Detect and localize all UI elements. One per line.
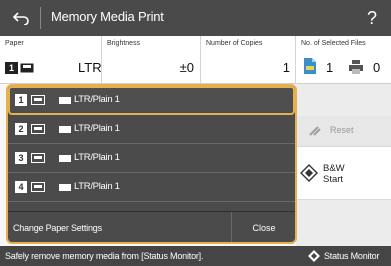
close-button[interactable]: Close: [231, 212, 295, 242]
help-button[interactable]: ?: [359, 4, 385, 32]
reset-label: Reset: [330, 125, 354, 135]
reset-button[interactable]: Reset: [296, 116, 391, 146]
back-arrow-icon: [12, 12, 29, 25]
paper-sheet-icon: [59, 97, 71, 104]
reset-icon: [309, 126, 321, 136]
copies-setting[interactable]: Number of Copies 1: [200, 36, 295, 83]
action-column: Reset B&W Start: [296, 84, 391, 246]
slot-number: 3: [15, 152, 27, 164]
paper-sheet-icon: [59, 184, 71, 191]
status-monitor-button[interactable]: Status Monitor: [300, 246, 391, 266]
brightness-caption: Brightness: [107, 40, 141, 47]
status-monitor-label: Status Monitor: [324, 251, 380, 261]
files-caption: No. of Selected Files: [301, 40, 366, 47]
brightness-setting[interactable]: Brightness ±0: [101, 36, 200, 83]
paper-sheet-icon: [59, 155, 71, 162]
paper-source-popup: 1 LTR/Plain 1 2 LTR/Plain 1 3 LTR/Plain …: [6, 84, 297, 244]
paper-setting[interactable]: Paper 1 LTR: [0, 36, 102, 83]
paper-caption: Paper: [5, 40, 24, 47]
paper-sheet-icon: [59, 126, 71, 133]
settings-info-bar: Paper 1 LTR Brightness ±0 Number of Copi…: [0, 36, 391, 84]
paper-slot-number: 1: [5, 62, 18, 74]
file-icon: [304, 58, 316, 74]
bw-start-button[interactable]: B&W Start: [296, 146, 391, 200]
title-divider: [40, 7, 41, 29]
bw-label: B&W: [323, 163, 345, 174]
print-queue-icon: [349, 60, 363, 74]
copies-value: 1: [282, 60, 290, 75]
slot-number: 4: [15, 181, 27, 193]
selected-files-setting[interactable]: No. of Selected Files 1 0: [295, 36, 391, 83]
change-paper-settings-button[interactable]: Change Paper Settings: [8, 212, 231, 242]
start-label: Start: [323, 174, 344, 185]
close-label: Close: [252, 223, 276, 233]
slot-number: 2: [15, 123, 27, 135]
paper-source-item-4[interactable]: 4 LTR/Plain 1: [8, 173, 295, 202]
status-monitor-icon: [308, 250, 320, 262]
paper-tray-icon: [31, 95, 45, 105]
status-message: Safely remove memory media from [Status …: [5, 251, 204, 261]
title-bar: Memory Media Print ?: [0, 0, 391, 36]
paper-source-list: 1 LTR/Plain 1 2 LTR/Plain 1 3 LTR/Plain …: [8, 86, 295, 211]
paper-source-label: LTR/Plain 1: [74, 94, 120, 105]
status-bar: Safely remove memory media from [Status …: [0, 246, 391, 266]
selected-files-count: 1: [326, 60, 334, 75]
paper-source-item-3[interactable]: 3 LTR/Plain 1: [8, 144, 295, 173]
paper-source-item-2[interactable]: 2 LTR/Plain 1: [8, 115, 295, 144]
paper-source-item-1[interactable]: 1 LTR/Plain 1: [8, 86, 295, 115]
brightness-value: ±0: [179, 60, 194, 75]
paper-source-label: LTR/Plain 1: [74, 152, 120, 163]
change-paper-settings-label: Change Paper Settings: [13, 223, 102, 233]
print-count: 0: [373, 60, 381, 75]
paper-tray-icon: [31, 153, 45, 163]
paper-tray-icon: [31, 124, 45, 134]
start-diamond-icon: [300, 164, 318, 182]
paper-tray-icon: [31, 182, 45, 192]
back-button[interactable]: [4, 4, 38, 32]
page-title: Memory Media Print: [51, 9, 164, 24]
paper-size: LTR: [78, 60, 102, 75]
copies-caption: Number of Copies: [206, 40, 263, 47]
bw-start-label: B&W Start: [323, 163, 345, 185]
memory-media-print-screen: Memory Media Print ? Paper 1 LTR Brightn…: [0, 0, 391, 266]
paper-tray-icon: [20, 63, 34, 73]
paper-source-label: LTR/Plain 1: [74, 181, 120, 192]
popup-footer: Change Paper Settings Close: [8, 211, 295, 242]
paper-source-label: LTR/Plain 1: [74, 123, 120, 134]
slot-number: 1: [15, 94, 27, 106]
